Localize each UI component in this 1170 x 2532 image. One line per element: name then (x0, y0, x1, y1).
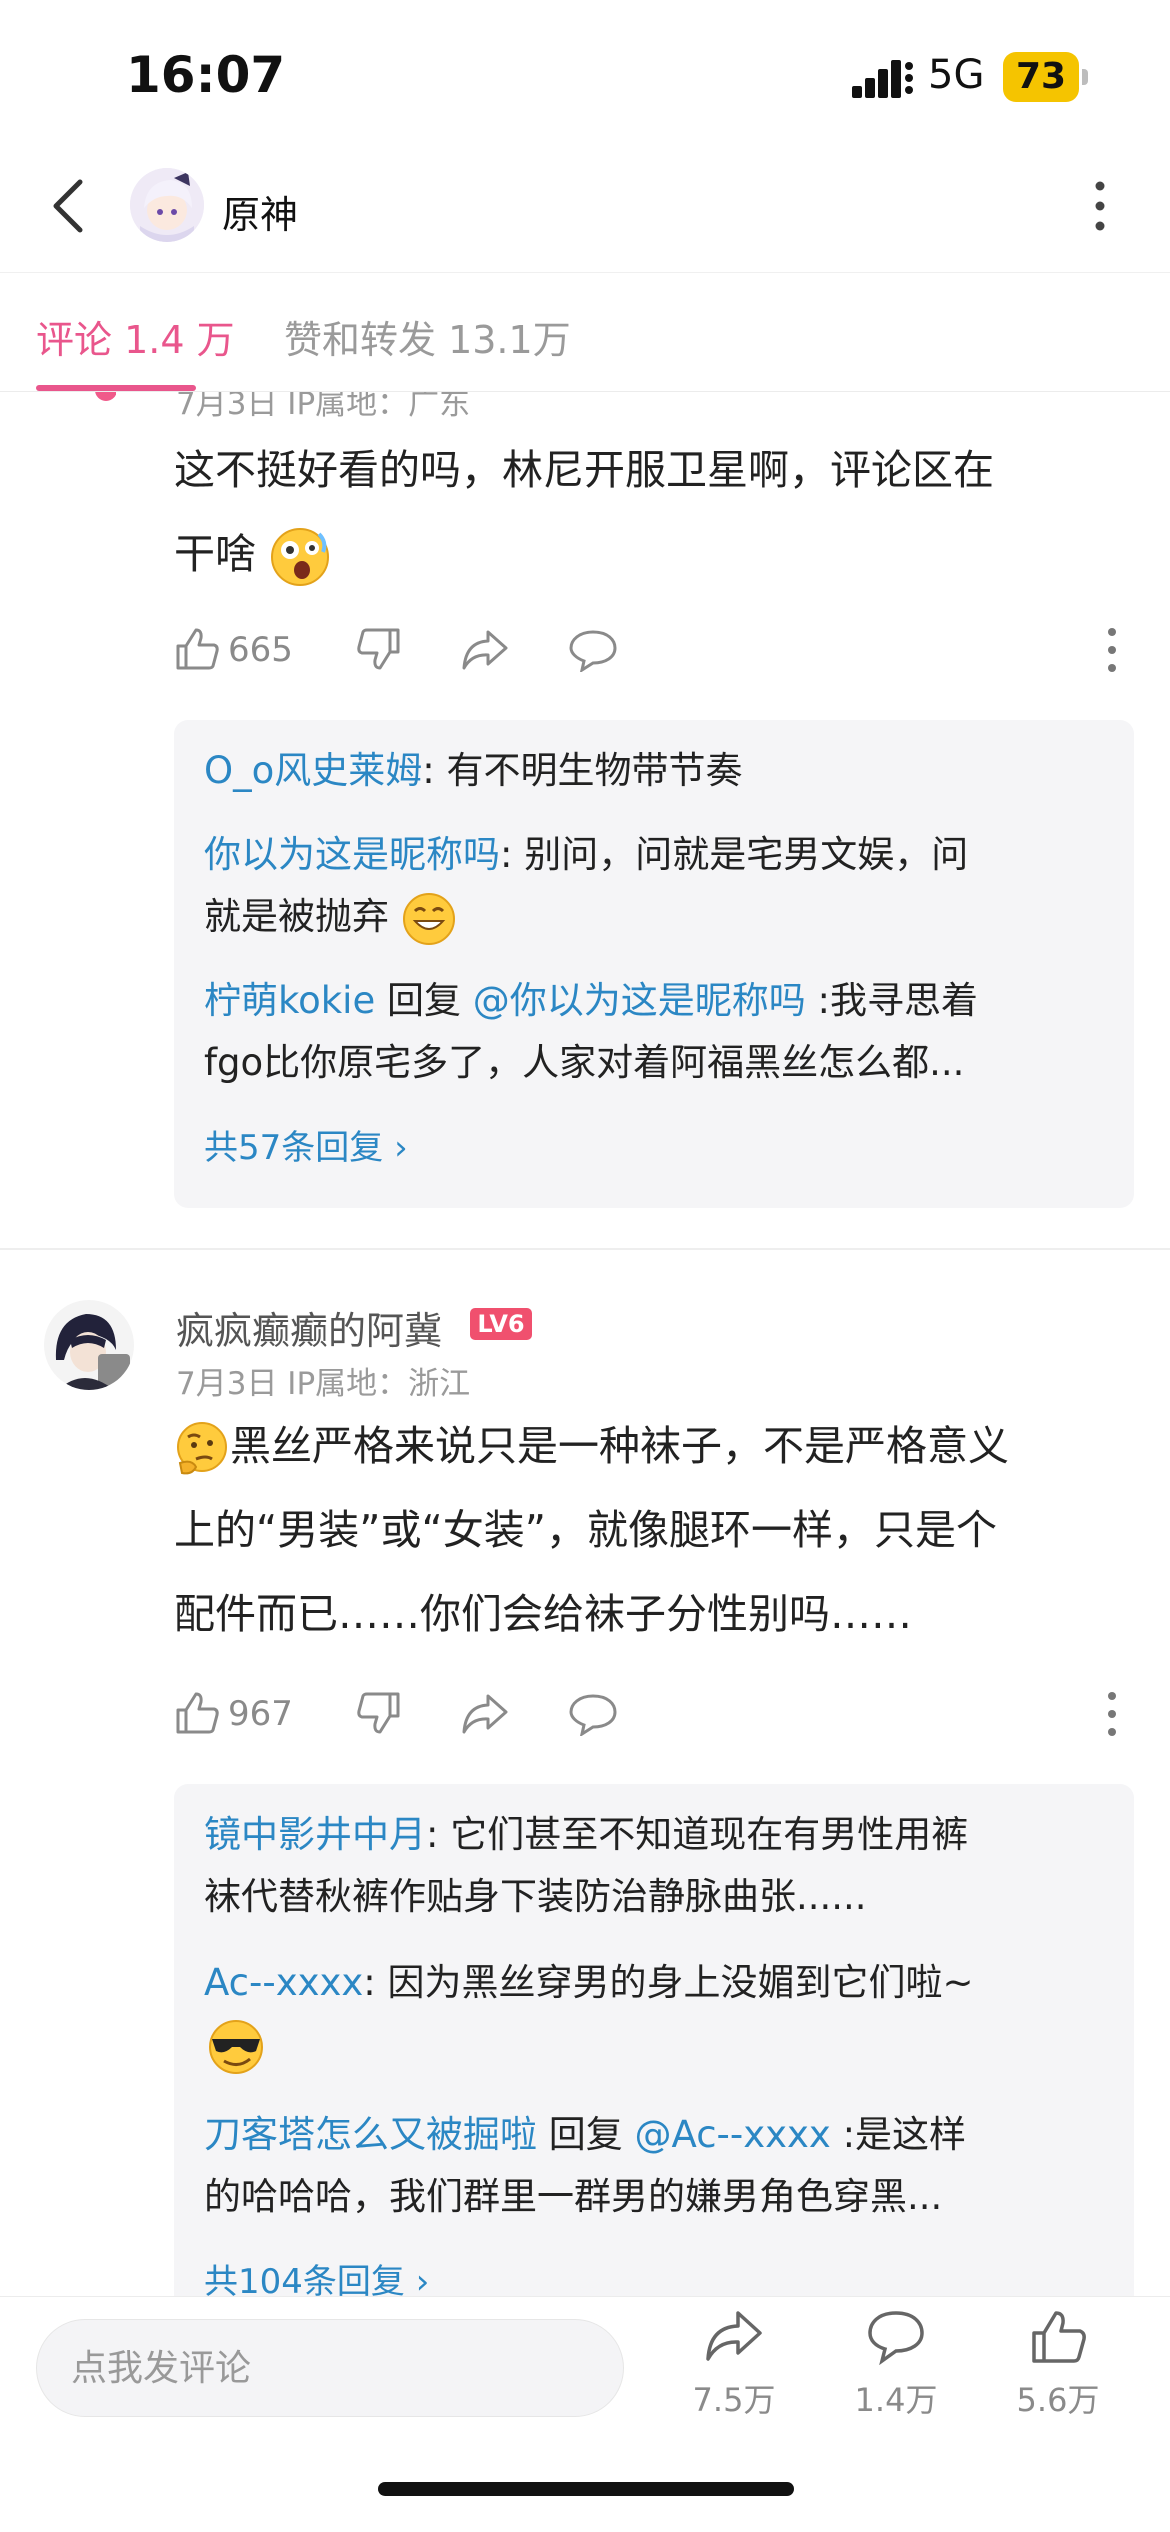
like-count: 967 (228, 1694, 293, 1734)
reply-text: :是这样 (830, 2113, 967, 2156)
reply-text: 袜代替秋裤作贴身下装防治静脉曲张...... (204, 1875, 867, 1918)
active-tab-indicator (36, 385, 196, 391)
network-type: 5G (928, 52, 985, 98)
reply-item[interactable]: O_o风史莱姆: 有不明生物带节奏 (204, 740, 1114, 802)
comment-divider (0, 1248, 1170, 1250)
reply-word: 回复 (537, 2113, 635, 2156)
battery-level: 73 (1015, 56, 1067, 97)
reply-item[interactable]: 刀客塔怎么又被掘啦 回复 @Ac--xxxx :是这样 的哈哈哈，我们群里一群男… (204, 2104, 1114, 2228)
signal-icon (852, 60, 913, 98)
reply-username[interactable]: Ac--xxxx (204, 1961, 363, 2004)
comment-feed[interactable]: 7月3日 IP属地：广东 这不挺好看的吗，林尼开服卫星啊，评论区在 干啥 665 (0, 392, 1170, 2296)
share-icon (706, 2311, 762, 2361)
reply-username[interactable]: 镜中影井中月 (204, 1813, 426, 1856)
forward-count: 7.5万 (692, 2381, 776, 2419)
tab-likes-reposts[interactable]: 赞和转发 13.1万 (284, 309, 571, 364)
grin-emoji-icon (402, 892, 455, 945)
dislike-icon[interactable] (356, 1690, 402, 1736)
dislike-icon[interactable] (356, 626, 402, 672)
reply-text: :我寻思着 (805, 979, 978, 1022)
like-icon[interactable] (174, 1690, 220, 1736)
battery-icon: 73 (1003, 52, 1089, 102)
home-indicator[interactable] (378, 2482, 794, 2496)
reply-text: 有不明生物带节奏 (446, 749, 743, 792)
comment-count: 1.4万 (854, 2381, 938, 2419)
reply-box[interactable]: O_o风史莱姆: 有不明生物带节奏 你以为这是昵称吗: 别问，问就是宅男文娱，问… (174, 720, 1134, 1208)
forward-button[interactable]: 7.5万 (664, 2309, 804, 2421)
cool-emoji-icon (209, 2019, 263, 2074)
reply-icon[interactable] (568, 1692, 618, 1736)
back-icon[interactable] (48, 176, 88, 236)
comment-username[interactable]: 疯疯癫癫的阿冀 (176, 1300, 442, 1355)
comments-button[interactable]: 1.4万 (826, 2309, 966, 2421)
like-icon (1032, 2311, 1086, 2363)
comment-more-icon[interactable] (1104, 624, 1120, 676)
reply-separator: : (426, 1813, 451, 1856)
reply-box[interactable]: 镜中影井中月: 它们甚至不知道现在有男性用裤 袜代替秋裤作贴身下装防治静脉曲张.… (174, 1784, 1134, 2296)
reply-target[interactable]: @Ac--xxxx (635, 2113, 831, 2156)
tab-bar: 评论 1.4 万 赞和转发 13.1万 (0, 272, 1170, 392)
status-time: 16:07 (126, 46, 286, 104)
like-button[interactable]: 5.6万 (988, 2309, 1128, 2421)
comment-text: 黑丝严格来说只是一种袜子，不是严格意义 上的“男装”或“女装”，就像腿环一样，只… (174, 1404, 1134, 1656)
share-icon[interactable] (460, 1692, 510, 1736)
view-more-replies[interactable]: 共57条回复 › (204, 1120, 408, 1169)
reply-username[interactable]: 你以为这是昵称吗 (204, 833, 500, 876)
reply-word: 回复 (375, 979, 473, 1022)
like-icon[interactable] (174, 626, 220, 672)
reply-target[interactable]: @你以为这是昵称吗 (473, 979, 806, 1022)
comment-input[interactable]: 点我发评论 (36, 2319, 624, 2417)
reply-icon[interactable] (568, 628, 618, 672)
comment-text-line: 黑丝严格来说只是一种袜子，不是严格意义 (230, 1422, 1009, 1470)
account-avatar[interactable] (130, 168, 204, 242)
reply-item[interactable]: 你以为这是昵称吗: 别问，问就是宅男文娱，问 就是被抛弃 (204, 824, 1114, 948)
shocked-emoji-icon (271, 528, 330, 586)
reply-text: 别问，问就是宅男文娱，问 (524, 833, 969, 876)
comment-text-line: 上的“男装”或“女装”，就像腿环一样，只是个 (174, 1506, 997, 1554)
like-count: 5.6万 (1016, 2381, 1100, 2419)
account-name[interactable]: 原神 (222, 184, 298, 239)
reply-username[interactable]: O_o风史莱姆 (204, 749, 422, 792)
like-count: 665 (228, 630, 293, 670)
comment-text: 这不挺好看的吗，林尼开服卫星啊，评论区在 干啥 (174, 428, 1134, 596)
comment-avatar[interactable] (44, 1300, 134, 1390)
thinking-emoji-icon (177, 1422, 227, 1475)
comment-meta: 7月3日 IP属地：浙江 (176, 1366, 471, 1402)
comment-meta: 7月3日 IP属地：广东 (176, 392, 471, 422)
reply-separator: : (500, 833, 525, 876)
reply-text: 因为黑丝穿男的身上没媚到它们啦~ (387, 1961, 974, 2004)
reply-username[interactable]: 柠萌kokie (204, 979, 375, 1022)
reply-text: fgo比你原宅多了，人家对着阿福黑丝怎么都... (204, 1041, 965, 1084)
tab-comments[interactable]: 评论 1.4 万 (36, 309, 235, 364)
comment-icon (868, 2311, 924, 2366)
reply-item[interactable]: 柠萌kokie 回复 @你以为这是昵称吗 :我寻思着 fgo比你原宅多了，人家对… (204, 970, 1114, 1094)
comment-more-icon[interactable] (1104, 1688, 1120, 1740)
level-badge: LV6 (470, 1308, 532, 1340)
comment-avatar[interactable] (44, 392, 117, 406)
share-icon[interactable] (460, 628, 510, 672)
reply-text: 就是被抛弃 (204, 895, 389, 938)
reply-item[interactable]: 镜中影井中月: 它们甚至不知道现在有男性用裤 袜代替秋裤作贴身下装防治静脉曲张.… (204, 1804, 1114, 1928)
reply-separator: : (422, 749, 447, 792)
more-icon[interactable] (1090, 176, 1110, 236)
reply-username[interactable]: 刀客塔怎么又被掘啦 (204, 2113, 537, 2156)
bottom-bar: 点我发评论 7.5万 1.4万 5.6万 (0, 2296, 1170, 2532)
comment-actions: 967 (174, 1684, 1134, 1744)
comment-text-line: 干啥 (174, 530, 256, 578)
comment-actions: 665 (174, 620, 1134, 680)
comment-text-line: 配件而已……你们会给袜子分性别吗…… (174, 1590, 912, 1638)
reply-text: 的哈哈哈，我们群里一群男的嫌男角色穿黑... (204, 2175, 943, 2218)
comment-text-line: 这不挺好看的吗，林尼开服卫星啊，评论区在 (174, 446, 994, 494)
reply-text: 它们甚至不知道现在有男性用裤 (450, 1813, 969, 1856)
view-more-replies[interactable]: 共104条回复 › (204, 2254, 429, 2296)
reply-separator: : (363, 1961, 388, 2004)
reply-item[interactable]: Ac--xxxx: 因为黑丝穿男的身上没媚到它们啦~ (204, 1952, 1114, 2077)
